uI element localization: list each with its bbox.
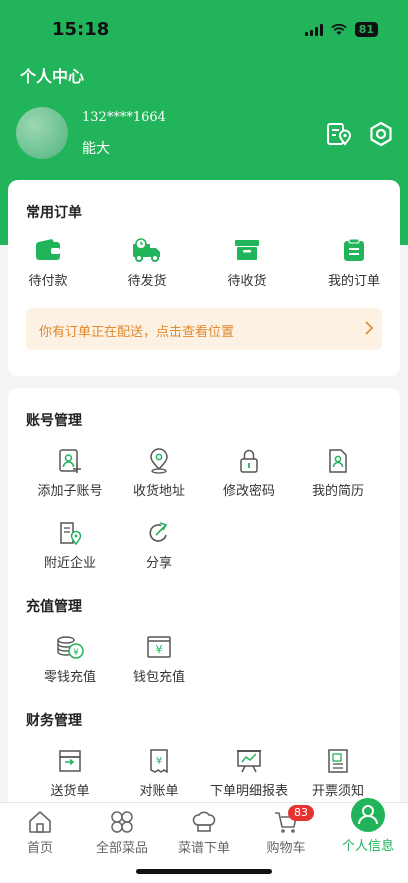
user-phone: 132****1664 (82, 110, 166, 125)
box-icon (235, 240, 259, 260)
order-item-label: 待发货 (127, 274, 167, 289)
coins-icon: ¥ (57, 636, 84, 659)
tab-label: 首页 (26, 841, 53, 856)
invoice-notice-button[interactable]: 开票须知 (293, 748, 383, 799)
status-bar: 15:18 81 (0, 0, 408, 48)
chart-board-icon (237, 750, 261, 773)
tab-profile[interactable]: 个人信息 (328, 797, 408, 854)
add-sub-account-button[interactable]: 添加子账号 (25, 448, 115, 499)
tab-label: 购物车 (266, 841, 306, 856)
add-user-icon (59, 449, 81, 473)
grid-item-label: 附近企业 (43, 556, 96, 571)
user-nickname: 能大 (82, 141, 110, 157)
change-password-button[interactable]: 修改密码 (204, 448, 294, 499)
my-resume-button[interactable]: 我的简历 (293, 448, 383, 499)
delivery-notice[interactable]: 你有订单正在配送，点击查看位置 (26, 308, 382, 350)
share-button[interactable]: 分享 (114, 520, 204, 571)
grid-item-label: 收货地址 (132, 484, 185, 499)
account-section-title: 账号管理 (26, 413, 82, 429)
delivery-notice-text: 你有订单正在配送，点击查看位置 (39, 325, 235, 340)
grid-item-label: 分享 (145, 556, 172, 571)
orders-title: 常用订单 (26, 205, 82, 221)
grid-item-label: 对账单 (139, 784, 179, 799)
order-pending-receipt[interactable]: 待收货 (212, 238, 282, 289)
wallet-outline-icon: ¥ (147, 636, 171, 658)
grid-item-label: 钱包充值 (132, 670, 185, 685)
page-title: 个人中心 (20, 67, 85, 86)
order-detail-report-button[interactable]: 下单明细报表 (204, 748, 294, 799)
home-icon (29, 811, 51, 833)
chevron-right-icon (365, 321, 374, 335)
invoice-icon (328, 749, 348, 773)
order-pending-shipment[interactable]: 待发货 (112, 238, 182, 289)
settings-icon[interactable] (367, 120, 395, 148)
battery-icon: 81 (354, 22, 378, 37)
cart-badge: 83 (288, 805, 314, 821)
tab-all-dishes[interactable]: 全部菜品 (82, 809, 162, 856)
receipt-icon: ¥ (150, 749, 168, 774)
nearby-companies-button[interactable]: 附近企业 (25, 520, 115, 571)
shipping-address-button[interactable]: 收货地址 (114, 448, 204, 499)
building-location-icon (60, 522, 82, 546)
recharge-section-title: 充值管理 (26, 599, 82, 615)
resume-icon (329, 449, 347, 473)
tab-recipe-order[interactable]: 菜谱下单 (164, 809, 244, 856)
status-indicators: 81 (304, 22, 378, 37)
delivery-box-icon (59, 750, 81, 772)
order-item-label: 待收货 (227, 274, 267, 289)
tab-label: 个人信息 (341, 839, 394, 854)
chef-hat-icon (192, 811, 216, 832)
signal-icon (304, 23, 323, 36)
clover-icon (111, 811, 133, 833)
order-pending-payment[interactable]: 待付款 (13, 238, 83, 289)
svg-text:¥: ¥ (156, 643, 163, 656)
tab-cart[interactable]: 83 购物车 (246, 805, 326, 856)
orders-card: 常用订单 待付款 待发货 待收货 我的订单 你有订单正在配送，点击查看位置 (8, 180, 400, 376)
grid-item-label: 修改密码 (222, 484, 275, 499)
user-icon (351, 798, 385, 832)
grid-item-label: 零钱充值 (43, 670, 96, 685)
location-icon (150, 448, 168, 474)
tab-label: 菜谱下单 (177, 841, 230, 856)
wifi-icon (331, 23, 347, 35)
home-indicator (136, 869, 272, 874)
order-my-orders[interactable]: 我的订单 (319, 238, 389, 289)
wallet-icon (36, 239, 60, 260)
wallet-recharge-button[interactable]: ¥ 钱包充值 (114, 634, 204, 685)
management-card: 账号管理 添加子账号 收货地址 修改密码 我的简历 附近企业 分享 充值管理 ¥… (8, 388, 400, 818)
change-recharge-button[interactable]: ¥ 零钱充值 (25, 634, 115, 685)
grid-item-label: 下单明细报表 (209, 784, 288, 799)
order-item-label: 我的订单 (327, 274, 380, 289)
share-icon (149, 522, 168, 542)
lock-icon (240, 449, 258, 473)
grid-item-label: 我的简历 (311, 484, 364, 499)
grid-item-label: 送货单 (50, 784, 90, 799)
clipboard-icon (344, 238, 364, 261)
svg-text:¥: ¥ (73, 648, 79, 658)
tab-home[interactable]: 首页 (0, 809, 80, 856)
svg-text:¥: ¥ (156, 756, 162, 767)
finance-section-title: 财务管理 (26, 713, 82, 729)
statement-button[interactable]: ¥ 对账单 (114, 748, 204, 799)
truck-icon (133, 238, 160, 262)
grid-item-label: 添加子账号 (37, 484, 103, 499)
status-time: 15:18 (52, 19, 110, 40)
avatar[interactable] (16, 107, 68, 159)
tab-label: 全部菜品 (95, 841, 148, 856)
location-list-icon[interactable] (325, 120, 353, 148)
delivery-note-button[interactable]: 送货单 (25, 748, 115, 799)
order-item-label: 待付款 (28, 274, 68, 289)
